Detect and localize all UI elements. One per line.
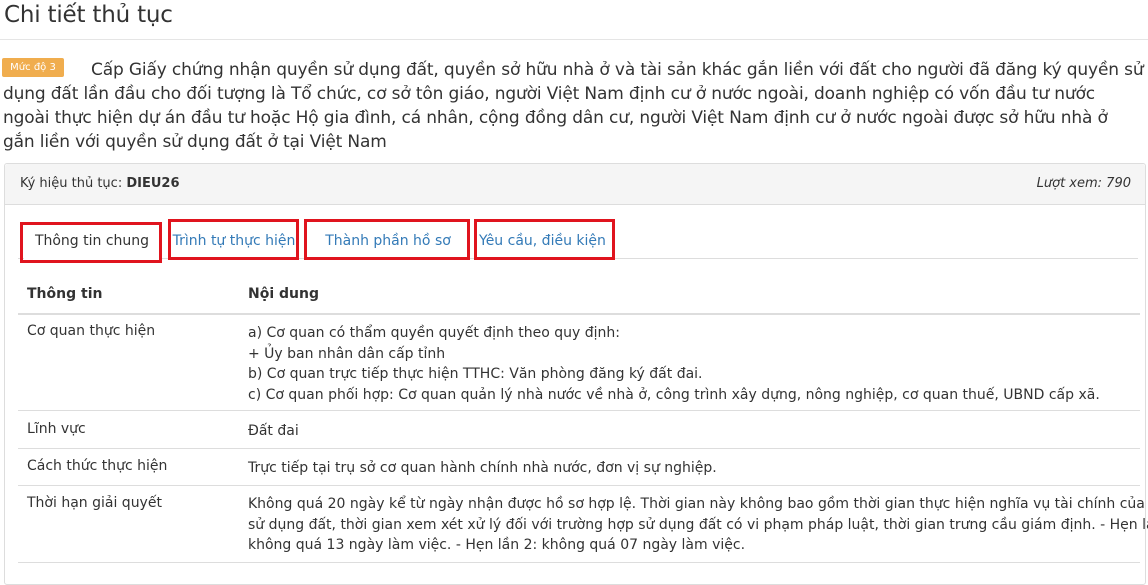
- row-label: Thời hạn giải quyết: [27, 495, 162, 511]
- heading-line: dụng đất lần đầu cho đối tượng là Tổ chứ…: [3, 84, 1095, 104]
- heading-line: gắn liền với quyền sử dụng đất ở tại Việ…: [3, 132, 387, 152]
- heading-line: ngoài thực hiện dự án đầu tư hoặc Hộ gia…: [3, 108, 1108, 128]
- value-line: Trực tiếp tại trụ sở cơ quan hành chính …: [248, 460, 717, 476]
- procedure-code-value: DIEU26: [126, 176, 180, 191]
- row-divider: [18, 448, 1140, 449]
- tab-requirements[interactable]: Yêu cầu, điều kiện: [476, 222, 615, 260]
- tab-documents[interactable]: Thành phần hồ sơ: [308, 222, 468, 260]
- row-label: Cơ quan thực hiện: [27, 323, 156, 339]
- value-line: Đất đai: [248, 423, 299, 439]
- page-title: Chi tiết thủ tục: [4, 2, 173, 28]
- row-divider: [18, 485, 1140, 486]
- header-divider: [18, 313, 1140, 315]
- value-line: + Ủy ban nhân dân cấp tỉnh: [248, 345, 446, 362]
- tab-general-info[interactable]: Thông tin chung: [24, 222, 160, 260]
- procedure-code: Ký hiệu thủ tục: DIEU26: [20, 176, 180, 191]
- value-line: b) Cơ quan trực tiếp thực hiện TTHC: Văn…: [248, 366, 703, 382]
- row-value: Đất đai: [248, 421, 1138, 442]
- procedure-heading: Cấp Giấy chứng nhận quyền sử dụng đất, q…: [3, 58, 1148, 154]
- row-label: Lĩnh vực: [27, 421, 86, 437]
- row-value: Trực tiếp tại trụ sở cơ quan hành chính …: [248, 458, 1138, 479]
- heading-line: Cấp Giấy chứng nhận quyền sử dụng đất, q…: [91, 60, 1144, 80]
- column-header-info: Thông tin: [27, 286, 103, 302]
- tab-procedure-steps[interactable]: Trình tự thực hiện: [171, 222, 297, 260]
- panel-header: Ký hiệu thủ tục: DIEU26 Lượt xem: 790: [5, 164, 1145, 205]
- row-value: a) Cơ quan có thẩm quyền quyết định theo…: [248, 323, 1138, 405]
- row-value: Không quá 20 ngày kể từ ngày nhận được h…: [248, 494, 1148, 556]
- row-divider: [18, 410, 1140, 411]
- procedure-code-label: Ký hiệu thủ tục:: [20, 176, 123, 191]
- value-line: sử dụng đất, thời gian xem xét xử lý đối…: [248, 516, 1148, 533]
- row-divider: [18, 562, 1140, 563]
- view-count: Lượt xem: 790: [1036, 176, 1131, 191]
- title-divider: [0, 39, 1148, 40]
- column-header-content: Nội dung: [248, 286, 319, 302]
- value-line: Không quá 20 ngày kể từ ngày nhận được h…: [248, 496, 1148, 512]
- value-line: c) Cơ quan phối hợp: Cơ quan quản lý nhà…: [248, 386, 1100, 403]
- value-line: không quá 13 ngày làm việc. - Hẹn lần 2:…: [248, 537, 746, 553]
- row-label: Cách thức thực hiện: [27, 458, 168, 474]
- value-line: a) Cơ quan có thẩm quyền quyết định theo…: [248, 325, 620, 341]
